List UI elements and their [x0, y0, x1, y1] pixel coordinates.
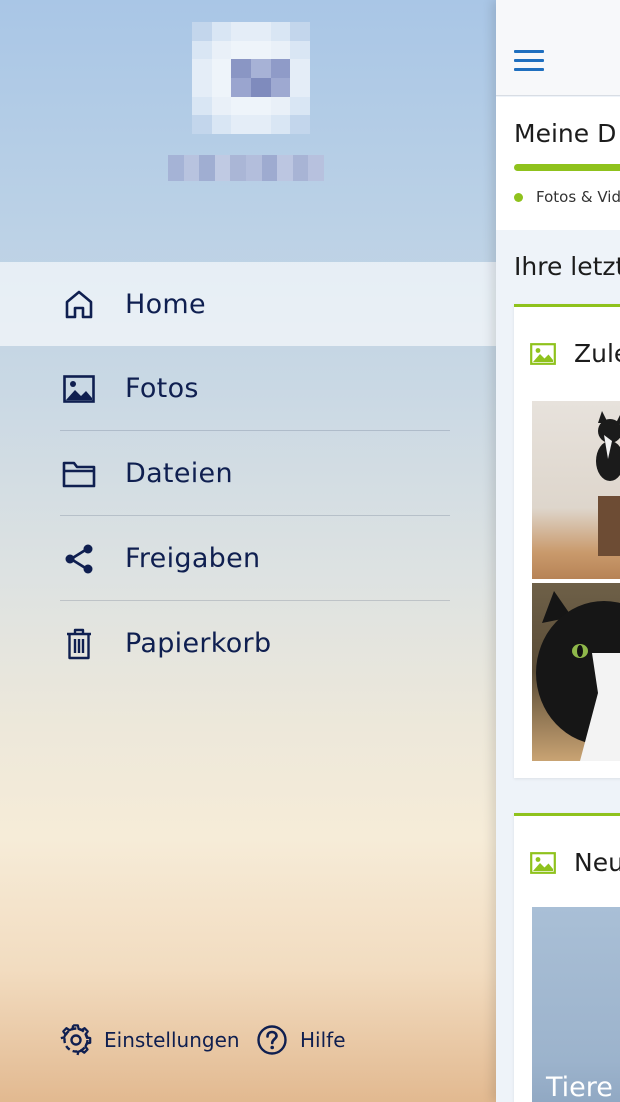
home-icon: [62, 287, 96, 321]
main-panel: Meine D Fotos & Vide Ihre letzt Zule: [496, 0, 620, 1102]
card-title: Neu: [574, 848, 620, 877]
card-header: Zule: [530, 339, 620, 368]
nav-item-label: Home: [125, 288, 206, 320]
nav-item-label: Fotos: [125, 373, 199, 404]
trash-icon: [62, 627, 96, 661]
photo-thumbnail[interactable]: [532, 401, 620, 579]
image-icon: [62, 372, 96, 406]
storage-title: Meine D: [514, 119, 617, 148]
nav-item-fotos[interactable]: Fotos: [0, 346, 496, 431]
settings-label: Einstellungen: [104, 1028, 240, 1052]
top-app-bar: [496, 0, 620, 96]
nav-item-dateien[interactable]: Dateien: [0, 431, 496, 516]
image-icon: [530, 851, 556, 874]
card-title: Zule: [574, 339, 620, 368]
navigation-drawer: Home Fotos Dateien Freigaben Papierkorb …: [0, 0, 496, 1102]
storage-legend: Fotos & Vide: [514, 188, 620, 206]
card-header: Neu: [530, 848, 620, 877]
settings-link[interactable]: Einstellungen: [60, 1024, 240, 1056]
new-card[interactable]: Neu Tiere: [514, 813, 620, 1102]
storage-summary[interactable]: Meine D Fotos & Vide: [496, 97, 620, 230]
drawer-nav: Home Fotos Dateien Freigaben Papierkorb: [0, 262, 496, 686]
nav-item-freigaben[interactable]: Freigaben: [0, 516, 496, 601]
nav-item-home[interactable]: Home: [0, 262, 496, 346]
recent-section-title: Ihre letzt: [514, 252, 620, 281]
folder-icon: [62, 457, 96, 491]
nav-item-label: Freigaben: [125, 543, 261, 574]
nav-item-label: Dateien: [125, 458, 233, 489]
username-redacted: [168, 155, 324, 181]
menu-icon[interactable]: [514, 50, 544, 74]
storage-usage-bar: [514, 164, 620, 171]
help-icon: [257, 1025, 287, 1055]
photo-thumbnail[interactable]: [532, 583, 620, 761]
album-thumbnail[interactable]: Tiere: [532, 907, 620, 1102]
nav-item-papierkorb[interactable]: Papierkorb: [0, 601, 496, 686]
help-link[interactable]: Hilfe: [256, 1024, 346, 1056]
legend-label: Fotos & Vide: [536, 188, 620, 206]
gear-icon: [60, 1024, 92, 1056]
album-tag: Tiere: [546, 1072, 613, 1102]
profile-header: [0, 0, 496, 262]
drawer-footer: Einstellungen Hilfe: [0, 992, 496, 1102]
recent-card[interactable]: Zule: [514, 304, 620, 778]
help-label: Hilfe: [300, 1028, 346, 1052]
legend-dot: [514, 192, 523, 202]
nav-item-label: Papierkorb: [125, 628, 272, 659]
avatar[interactable]: [192, 22, 310, 134]
share-icon: [62, 542, 96, 576]
image-icon: [530, 342, 556, 365]
